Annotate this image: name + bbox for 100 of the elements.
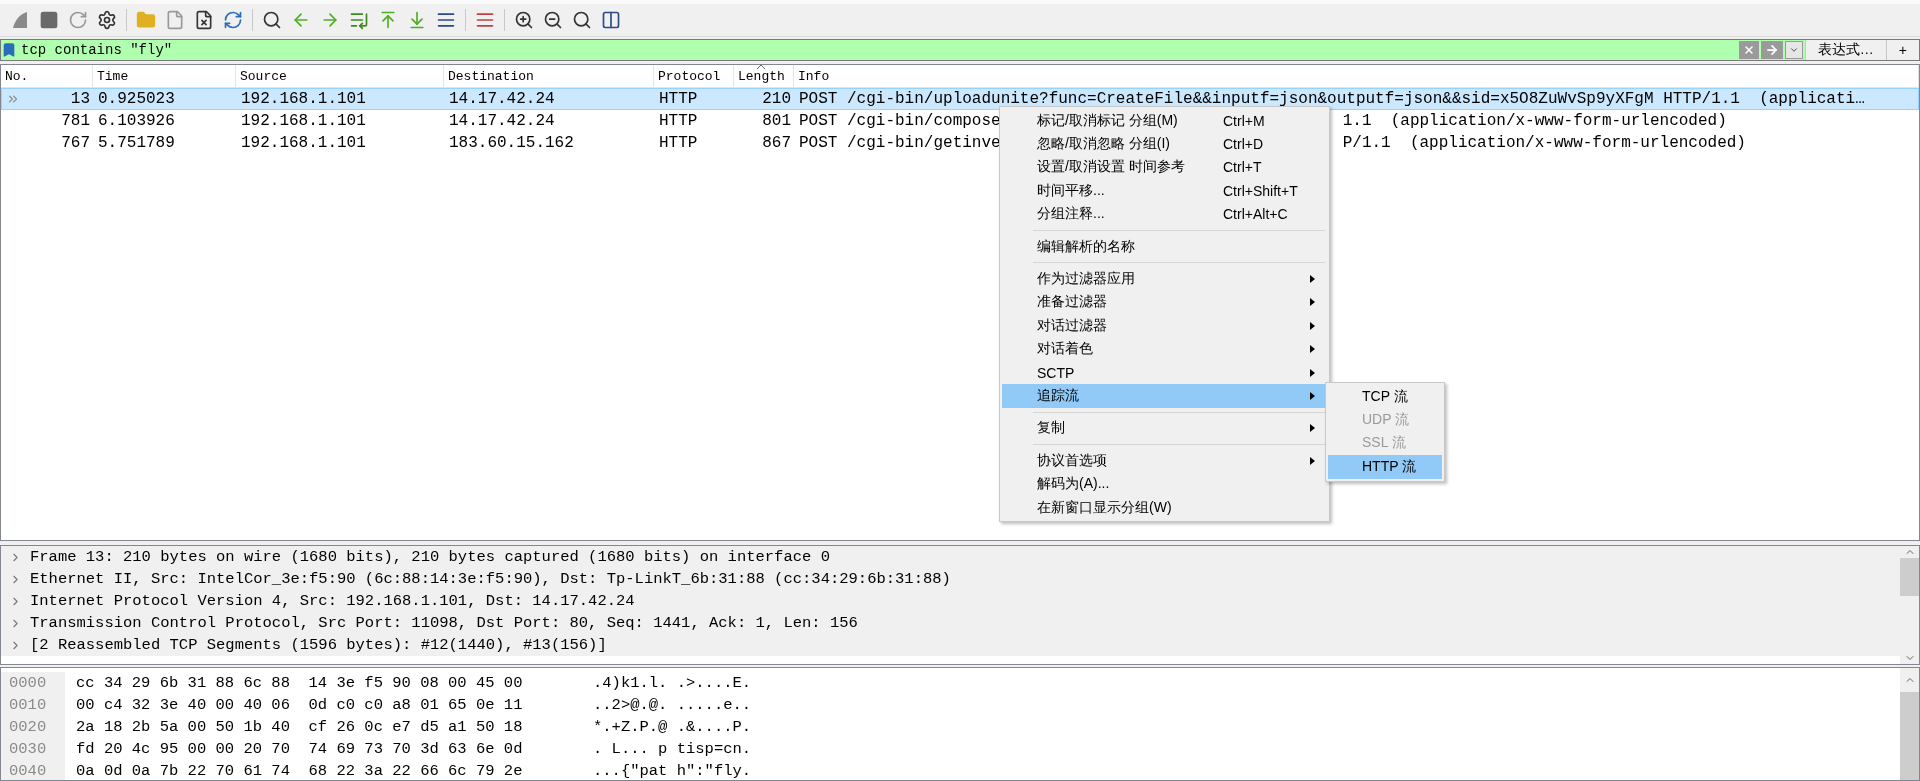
zoom-out-icon[interactable]	[543, 10, 563, 30]
hex-bytes: 0a 0d 0a 7b 22 70 61 74 68 22 3a 22 66 6c 79 2e	[76, 762, 524, 780]
menu-item[interactable]: 作为过滤器应用	[1002, 267, 1327, 291]
selected-packet-row[interactable]: 13 0.925023 192.168.1.101 14.17.42.24 HTTP 210 POST /cgi-bin/uploadunite?func=CreateFile&&inputf=json&outputf=json&&sid=x5O8ZuWvSp9yXFgM HTTP/1.1 (applicati…	[1, 88, 1919, 110]
bookmark-icon[interactable]	[1, 42, 17, 58]
info-cell: POST /cgi-bin/compose	[799, 112, 1001, 130]
hex-bytes: 00 c4 32 3e 40 00 40 06 0d c0 c0 a8 01 65 0e 11	[76, 696, 524, 714]
length-cell: 210	[762, 90, 791, 108]
expression-button[interactable]: 表达式…	[1804, 40, 1886, 60]
number-cell: 13	[70, 90, 90, 108]
menu-item[interactable]: HTTP 流	[1328, 455, 1442, 479]
scrollbar[interactable]	[1900, 546, 1919, 664]
info-cell: P/1.1 (application/x-www-form-urlencoded)	[1342, 134, 1746, 152]
column-header[interactable]: Length	[734, 65, 794, 87]
menu-item[interactable]: 复制	[1002, 416, 1327, 441]
column-header[interactable]: Info	[794, 65, 1919, 87]
menu-item[interactable]: 时间平移... Ctrl+Shift+T	[1002, 179, 1327, 203]
time-cell: 6.103926	[98, 112, 175, 130]
zoom-reset-icon[interactable]	[572, 10, 592, 30]
apply-filter-button[interactable]	[1760, 41, 1783, 59]
offset-label: 0020	[1, 716, 65, 738]
reload-icon[interactable]	[223, 10, 243, 30]
detail-row[interactable]: Internet Protocol Version 4, Src: 192.168.1.101, Dst: 14.17.42.24	[1, 590, 1900, 612]
detail-row[interactable]: Frame 13: 210 bytes on wire (1680 bits), 210 bytes captured (1680 bits) on interface 0	[1, 546, 1900, 568]
dropdown-button[interactable]	[1784, 41, 1803, 59]
go-to-packet-icon[interactable]	[349, 10, 369, 30]
related-packet-icon	[6, 92, 20, 106]
length-cell: 801	[762, 112, 791, 130]
time-cell: 5.751789	[98, 134, 175, 152]
hex-bytes: 2a 18 2b 5a 00 50 1b 40 cf 26 0c e7 d5 a1 50 18	[76, 718, 524, 736]
arrow-right-icon	[1764, 43, 1779, 57]
clear-filter-button[interactable]	[1738, 41, 1759, 59]
column-header[interactable]: Time	[93, 65, 236, 87]
stop-icon[interactable]	[39, 10, 59, 30]
file-icon[interactable]	[165, 10, 185, 30]
source-cell: 192.168.1.101	[241, 134, 366, 152]
menu-item[interactable]: 标记/取消标记 分组(M) Ctrl+M	[1002, 109, 1327, 133]
restart-icon[interactable]	[68, 10, 88, 30]
ascii-bytes: ..2>@.@. .....e..	[593, 696, 752, 714]
add-button[interactable]: +	[1885, 40, 1919, 60]
menu-item[interactable]: TCP 流	[1328, 385, 1442, 409]
column-header[interactable]: Destination	[444, 65, 654, 87]
resize-columns-icon[interactable]	[601, 10, 621, 30]
offset-label: 0030	[1, 738, 65, 760]
close-file-icon[interactable]	[194, 10, 214, 30]
destination-cell: 14.17.42.24	[449, 90, 555, 108]
scrollbar[interactable]	[1900, 668, 1919, 780]
detail-row[interactable]: [2 Reassembled TCP Segments (1596 bytes): #12(1440), #13(156)]	[1, 634, 1900, 656]
offset-label: 0040	[1, 760, 65, 780]
detail-row[interactable]: Transmission Control Protocol, Src Port: 11098, Dst Port: 80, Seq: 1441, Ack: 1, Len: 156	[1, 612, 1900, 634]
detail-row[interactable]: Ethernet II, Src: IntelCor_3e:f5:90 (6c:88:14:3e:f5:90), Dst: Tp-LinkT_6b:31:88 (cc:34:29:6b:31:88)	[1, 568, 1900, 590]
hex-bytes: cc 34 29 6b 31 88 6c 88 14 3e f5 90 08 00 45 00	[76, 674, 524, 692]
menu-item[interactable]: 编辑解析的名称	[1002, 234, 1327, 259]
menu-item[interactable]: 在新窗口显示分组(W)	[1002, 495, 1327, 520]
ascii-bytes: . L... p tisp=cn.	[593, 740, 752, 758]
source-cell: 192.168.1.101	[241, 90, 366, 108]
menu-item[interactable]: 设置/取消设置 时间参考 Ctrl+T	[1002, 155, 1327, 180]
last-packet-icon[interactable]	[407, 10, 427, 30]
caret-icon	[1788, 45, 1799, 55]
hex-bytes: fd 20 4c 95 00 00 20 70 74 69 73 70 3d 63 6e 0d	[76, 740, 524, 758]
offset-label: 0000	[1, 672, 65, 694]
first-packet-icon[interactable]	[378, 10, 398, 30]
autoscroll-icon[interactable]	[436, 10, 456, 30]
close-icon	[1742, 44, 1755, 56]
number-cell: 781	[61, 112, 90, 130]
fin-icon[interactable]	[10, 10, 30, 30]
protocol-cell: HTTP	[659, 90, 698, 108]
info-cell: POST /cgi-bin/getinve	[799, 134, 1001, 152]
ascii-bytes: ...{"pat h":"fly.	[593, 762, 752, 780]
column-header[interactable]: Source	[236, 65, 444, 87]
protocol-cell: HTTP	[659, 134, 698, 152]
source-cell: 192.168.1.101	[241, 112, 366, 130]
column-header[interactable]: No.	[1, 65, 93, 87]
info-cell: 1.1 (application/x-www-form-urlencoded)	[1342, 112, 1727, 130]
search-icon[interactable]	[262, 10, 282, 30]
folder-icon[interactable]	[136, 10, 156, 30]
time-cell: 0.925023	[98, 90, 175, 108]
settings-icon[interactable]	[97, 10, 117, 30]
menu-item[interactable]: 对话着色	[1002, 337, 1327, 361]
number-cell: 767	[61, 134, 90, 152]
menu-item[interactable]: SCTP	[1002, 360, 1327, 385]
menu-item[interactable]: 追踪流	[1002, 384, 1327, 408]
display-filter-field[interactable]: tcp contains "fly" 表达式… +	[0, 39, 1920, 61]
info-cell: POST /cgi-bin/uploadunite?func=CreateFile&&inputf=json&outputf=json&&sid=x5O8ZuWvSp9yXFgM HTTP/1.1 (applicati…	[799, 90, 1865, 108]
length-cell: 867	[762, 134, 791, 152]
ascii-bytes: *.+Z.P.@ .&....P.	[593, 718, 752, 736]
ascii-bytes: .4)k1.l. .>....E.	[593, 674, 752, 692]
colorize-icon[interactable]	[475, 10, 495, 30]
offset-label: 0010	[1, 694, 65, 716]
menu-item[interactable]: 分组注释... Ctrl+Alt+C	[1002, 202, 1327, 226]
destination-cell: 183.60.15.162	[449, 134, 574, 152]
column-header[interactable]: Protocol	[654, 65, 734, 87]
menu-item[interactable]: 对话过滤器	[1002, 314, 1327, 338]
menu-item[interactable]: 准备过滤器	[1002, 290, 1327, 315]
zoom-in-icon[interactable]	[514, 10, 534, 30]
menu-item[interactable]: 忽略/取消忽略 分组(I) Ctrl+D	[1002, 132, 1327, 156]
menu-item[interactable]: 解码为(A)...	[1002, 472, 1327, 496]
protocol-cell: HTTP	[659, 112, 698, 130]
menu-item[interactable]: 协议首选项	[1002, 449, 1327, 473]
destination-cell: 14.17.42.24	[449, 112, 555, 130]
